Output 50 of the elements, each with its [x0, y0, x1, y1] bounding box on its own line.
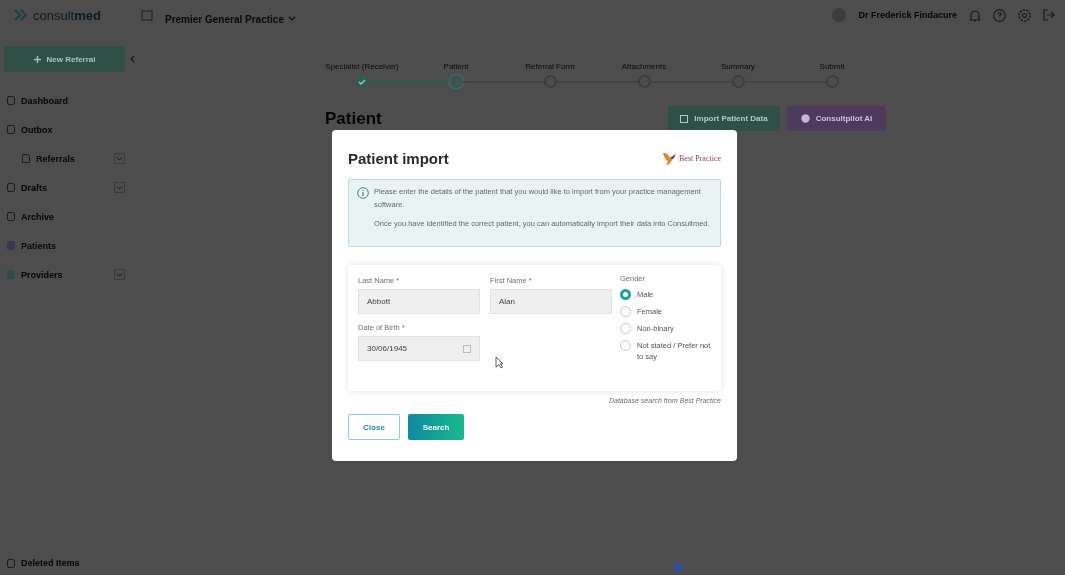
circle-icon[interactable]	[800, 114, 810, 123]
nav-icon	[7, 125, 15, 134]
radio-button[interactable]	[620, 289, 631, 300]
expand-chevron-icon[interactable]	[114, 182, 125, 193]
nav-icon	[7, 96, 15, 105]
nav-icon	[7, 270, 15, 279]
user-name: Dr Frederick Findacure	[858, 10, 957, 20]
nav-item[interactable]: Deleted Items	[21, 558, 125, 568]
dialog-title: Patient import	[348, 149, 449, 167]
nav-icon	[7, 241, 15, 250]
bird-logo-icon	[662, 150, 678, 166]
practice-dropdown[interactable]: Premier General Practice	[165, 13, 296, 25]
nav-item[interactable]: Dashboard	[21, 95, 125, 106]
input-field[interactable]: Alan	[490, 289, 612, 314]
mouse-cursor-icon	[674, 561, 686, 573]
bell-icon[interactable]	[969, 8, 981, 22]
nav-item[interactable]: Outbox	[21, 124, 125, 135]
expand-chevron-icon[interactable]	[114, 269, 125, 280]
nav-item[interactable]: Patients	[21, 240, 125, 251]
step-marker[interactable]	[449, 75, 463, 88]
caret-icon[interactable]	[287, 16, 296, 22]
square-icon[interactable]	[680, 114, 689, 123]
calendar-icon[interactable]	[463, 344, 471, 353]
step-label: Attachments	[621, 62, 667, 71]
nav-icon	[7, 212, 15, 221]
close-button[interactable]: Close	[348, 414, 400, 440]
brand-name: Best Practice	[679, 153, 721, 163]
date-field[interactable]: 30/06/1945	[358, 336, 480, 361]
new-referral-button[interactable]: New Referral	[4, 46, 126, 72]
expand-chevron-icon[interactable]	[114, 153, 125, 164]
help-icon[interactable]	[993, 8, 1006, 22]
plus-icon[interactable]	[33, 55, 41, 63]
document-icon	[22, 154, 30, 163]
nav-item[interactable]: Referrals	[36, 153, 108, 164]
import-patient-data-button[interactable]: Import Patient Data	[668, 106, 780, 131]
info-icon	[357, 187, 369, 199]
nav-item[interactable]: Drafts	[21, 182, 108, 193]
search-button[interactable]: Search	[408, 414, 464, 440]
input-field[interactable]: Abbott	[358, 289, 480, 314]
collapse-chevron-icon[interactable]	[130, 55, 135, 63]
logo-arrows-icon	[14, 9, 30, 21]
settings-icon[interactable]	[1018, 8, 1031, 22]
page-heading: Patient	[325, 108, 382, 129]
nav-item[interactable]: Providers	[21, 269, 108, 280]
logout-icon[interactable]	[1043, 9, 1055, 21]
nav-item[interactable]: Archive	[21, 211, 125, 222]
app-logo: consultmed	[33, 7, 101, 23]
consultpilot-ai-button[interactable]: Consultpilot AI	[787, 106, 886, 131]
nav-icon	[7, 183, 15, 192]
mouse-cursor-icon	[495, 356, 504, 369]
